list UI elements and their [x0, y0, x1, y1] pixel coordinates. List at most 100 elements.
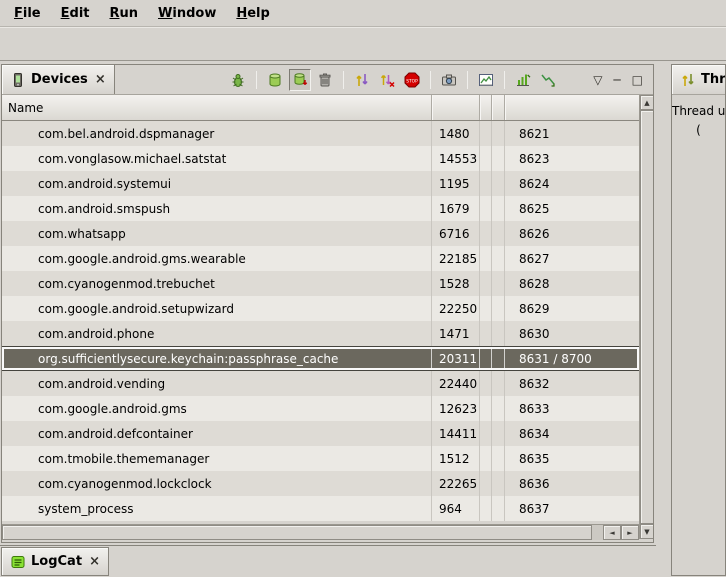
cell-process-name: com.cyanogenmod.trebuchet	[2, 271, 432, 296]
stop-process-button[interactable]: STOP	[401, 69, 423, 91]
logcat-tab-close-icon[interactable]: ×	[89, 554, 100, 569]
threads-tab-label: Threa	[701, 72, 726, 87]
cell-process-name: com.android.vending	[2, 371, 432, 396]
scroll-down-button[interactable]: ▼	[640, 524, 653, 539]
cell-process-name: com.google.android.gms.wearable	[2, 246, 432, 271]
update-heap-button[interactable]	[264, 69, 286, 91]
cell-empty-1	[480, 446, 492, 471]
debug-button[interactable]	[227, 69, 249, 91]
cell-empty-2	[492, 347, 505, 370]
table-row[interactable]: com.android.smspush 1679 8625	[2, 196, 639, 221]
cause-gc-button[interactable]	[314, 69, 336, 91]
column-header-empty-1[interactable]	[480, 95, 492, 120]
table-row[interactable]: system_process 964 8637	[2, 496, 639, 521]
cell-empty-2	[492, 396, 505, 421]
minimize-icon[interactable]: ─	[613, 73, 620, 87]
cell-pid: 1471	[432, 321, 480, 346]
cell-empty-1	[480, 496, 492, 521]
table-row[interactable]: com.cyanogenmod.lockclock 22265 8636	[2, 471, 639, 496]
logcat-tab-icon	[10, 554, 26, 570]
table-row[interactable]: com.vonglasow.michael.satstat 14553 8623	[2, 146, 639, 171]
cell-port: 8628	[505, 271, 639, 296]
cell-process-name: com.vonglasow.michael.satstat	[2, 146, 432, 171]
table-row[interactable]: com.bel.android.dspmanager 1480 8621	[2, 121, 639, 146]
screen-capture-button[interactable]	[438, 69, 460, 91]
start-systrace-button[interactable]	[512, 69, 534, 91]
cell-empty-2	[492, 271, 505, 296]
column-header-port[interactable]	[505, 95, 639, 120]
scroll-left-button[interactable]: ◄	[603, 525, 621, 540]
cell-process-name: com.bel.android.dspmanager	[2, 121, 432, 146]
table-row[interactable]: com.android.phone 1471 8630	[2, 321, 639, 346]
toolbar-separator	[467, 71, 468, 89]
cell-pid: 1528	[432, 271, 480, 296]
cell-port: 8631 / 8700	[505, 347, 639, 370]
menu-edit[interactable]: Edit	[53, 2, 98, 25]
start-method-profiling-button[interactable]	[376, 69, 398, 91]
logcat-panel: LogCat ×	[0, 545, 656, 577]
table-row[interactable]: com.whatsapp 6716 8626	[2, 221, 639, 246]
tab-threads[interactable]: Threa	[672, 65, 726, 94]
devices-tab-close-icon[interactable]: ×	[95, 72, 106, 87]
view-menu-icon[interactable]: ▽	[593, 73, 602, 87]
screen-capture-icon	[441, 72, 457, 88]
scroll-up-button[interactable]: ▲	[640, 95, 653, 110]
table-row[interactable]: com.android.vending 22440 8632	[2, 371, 639, 396]
threads-message-line-2: (	[672, 121, 725, 140]
split-sash[interactable]	[656, 62, 671, 577]
tab-logcat[interactable]: LogCat ×	[1, 547, 109, 576]
table-row[interactable]: com.android.systemui 1195 8624	[2, 171, 639, 196]
cell-pid: 22265	[432, 471, 480, 496]
table-row[interactable]: org.sufficientlysecure.keychain:passphra…	[2, 346, 639, 371]
menu-window[interactable]: Window	[150, 2, 224, 25]
menubar: FileEditRunWindowHelp	[0, 0, 726, 27]
cell-pid: 6716	[432, 221, 480, 246]
cell-port: 8623	[505, 146, 639, 171]
dump-hprof-button[interactable]	[289, 69, 311, 91]
threads-panel: Threa Thread up (	[671, 64, 726, 576]
table-row[interactable]: com.google.android.gms 12623 8633	[2, 396, 639, 421]
threads-message: Thread up (	[672, 95, 725, 140]
cell-empty-2	[492, 246, 505, 271]
cell-process-name: com.google.android.gms	[2, 396, 432, 421]
scroll-right-button[interactable]: ►	[621, 525, 639, 540]
cell-port: 8621	[505, 121, 639, 146]
table-row[interactable]: com.google.android.gms.wearable 22185 86…	[2, 246, 639, 271]
column-header-empty-2[interactable]	[492, 95, 505, 120]
opengl-trace-icon	[540, 72, 556, 88]
update-threads-button[interactable]	[351, 69, 373, 91]
cell-port: 8629	[505, 296, 639, 321]
cause-gc-icon	[317, 72, 333, 88]
cell-pid: 22185	[432, 246, 480, 271]
table-row[interactable]: com.android.defcontainer 14411 8634	[2, 421, 639, 446]
cell-pid: 14411	[432, 421, 480, 446]
horizontal-scrollbar-thumb[interactable]	[2, 525, 592, 540]
table-row[interactable]: com.cyanogenmod.trebuchet 1528 8628	[2, 271, 639, 296]
opengl-trace-button[interactable]	[537, 69, 559, 91]
update-threads-icon	[354, 72, 370, 88]
vertical-scrollbar-thumb[interactable]	[640, 110, 653, 524]
column-header-name[interactable]: Name	[2, 95, 432, 120]
toolbar-separator	[343, 71, 344, 89]
system-info-button[interactable]	[475, 69, 497, 91]
table-row[interactable]: com.google.android.setupwizard 22250 862…	[2, 296, 639, 321]
cell-port: 8637	[505, 496, 639, 521]
cell-process-name: org.sufficientlysecure.keychain:passphra…	[2, 347, 432, 370]
device-table-body: com.bel.android.dspmanager 1480 8621 com…	[2, 121, 639, 521]
menu-help[interactable]: Help	[228, 2, 277, 25]
stop-process-icon: STOP	[404, 72, 420, 88]
maximize-icon[interactable]: □	[632, 73, 643, 87]
horizontal-scrollbar-track[interactable]	[592, 525, 603, 540]
column-header-pid[interactable]	[432, 95, 480, 120]
cell-port: 8633	[505, 396, 639, 421]
devices-panel-header: Devices × STOP ▽ ─ □	[2, 65, 653, 95]
cell-process-name: com.tmobile.thememanager	[2, 446, 432, 471]
logcat-tab-label: LogCat	[31, 554, 82, 569]
toolbar-separator	[430, 71, 431, 89]
tab-devices[interactable]: Devices ×	[2, 65, 115, 94]
toolbar-separator	[256, 71, 257, 89]
table-row[interactable]: com.tmobile.thememanager 1512 8635	[2, 446, 639, 471]
device-table-main: Name com.bel.android.dspmanager 1480 862…	[2, 95, 639, 542]
menu-run[interactable]: Run	[102, 2, 147, 25]
menu-file[interactable]: File	[6, 2, 49, 25]
